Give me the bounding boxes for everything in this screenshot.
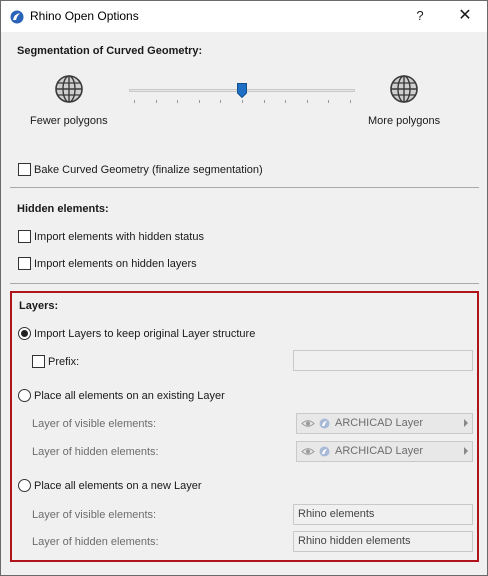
import-hidden-status-checkbox[interactable]: [18, 230, 31, 243]
segmentation-heading: Segmentation of Curved Geometry:: [17, 45, 203, 57]
existing-hidden-layer-popup[interactable]: ARCHICAD Layer: [296, 441, 473, 462]
rhino-open-options-dialog: Rhino Open Options ? ✕ Segmentation of C…: [0, 0, 488, 576]
slider-tick: [285, 100, 287, 103]
popup-arrow-icon: [464, 447, 468, 455]
popup-arrow-icon: [464, 419, 468, 427]
new-layer-label: Place all elements on a new Layer: [34, 480, 202, 492]
import-hidden-status-label: Import elements with hidden status: [34, 231, 204, 243]
new-hidden-layer-input[interactable]: Rhino hidden elements: [293, 531, 473, 552]
layer-icon: [319, 446, 330, 457]
existing-visible-layer-value: ARCHICAD Layer: [335, 417, 424, 429]
help-button[interactable]: ?: [411, 6, 429, 26]
slider-tick: [177, 100, 179, 103]
slider-tick: [242, 100, 243, 103]
new-layer-radio[interactable]: [18, 479, 31, 492]
window-title: Rhino Open Options: [30, 9, 139, 23]
existing-visible-layer-popup[interactable]: ARCHICAD Layer: [296, 413, 473, 434]
slider-tick: [263, 100, 265, 103]
divider: [10, 283, 479, 284]
more-polygons-label: More polygons: [368, 115, 441, 127]
radio-selected-dot: [21, 330, 28, 337]
slider-tick: [220, 100, 222, 103]
keep-layer-structure-label: Import Layers to keep original Layer str…: [34, 328, 256, 340]
slider-tick: [155, 100, 157, 103]
new-visible-layer-label: Layer of visible elements:: [32, 509, 157, 521]
divider: [10, 187, 479, 188]
segmentation-slider-thumb[interactable]: [237, 83, 247, 98]
keep-layer-structure-radio[interactable]: [18, 327, 31, 340]
eye-icon: [301, 448, 315, 455]
globe-icon: [390, 75, 418, 103]
title-bar: Rhino Open Options ? ✕: [1, 1, 487, 32]
existing-visible-layer-label: Layer of visible elements:: [32, 418, 157, 430]
new-visible-layer-input[interactable]: Rhino elements: [293, 504, 473, 525]
existing-hidden-layer-value: ARCHICAD Layer: [335, 445, 424, 457]
prefix-input[interactable]: [293, 350, 473, 371]
prefix-label: Prefix:: [48, 356, 80, 368]
eye-icon: [301, 420, 315, 427]
existing-hidden-layer-label: Layer of hidden elements:: [32, 446, 159, 458]
existing-layer-radio[interactable]: [18, 389, 31, 402]
layers-heading: Layers:: [19, 300, 59, 312]
slider-tick: [198, 100, 200, 103]
import-hidden-layers-checkbox[interactable]: [18, 257, 31, 270]
layer-icon: [319, 418, 330, 429]
slider-tick: [306, 100, 308, 103]
hidden-elements-heading: Hidden elements:: [17, 203, 109, 215]
close-button[interactable]: ✕: [454, 6, 476, 26]
new-hidden-layer-label: Layer of hidden elements:: [32, 536, 159, 548]
slider-tick: [350, 100, 351, 103]
existing-layer-label: Place all elements on an existing Layer: [34, 390, 225, 402]
fewer-polygons-label: Fewer polygons: [30, 115, 108, 127]
slider-tick: [134, 100, 135, 103]
bake-curved-geometry-checkbox[interactable]: [18, 163, 31, 176]
bake-curved-geometry-label: Bake Curved Geometry (finalize segmentat…: [34, 164, 263, 176]
prefix-checkbox[interactable]: [32, 355, 45, 368]
globe-icon: [55, 75, 83, 103]
rhino-app-icon: [10, 10, 24, 24]
import-hidden-layers-label: Import elements on hidden layers: [34, 258, 197, 270]
slider-tick: [328, 100, 330, 103]
